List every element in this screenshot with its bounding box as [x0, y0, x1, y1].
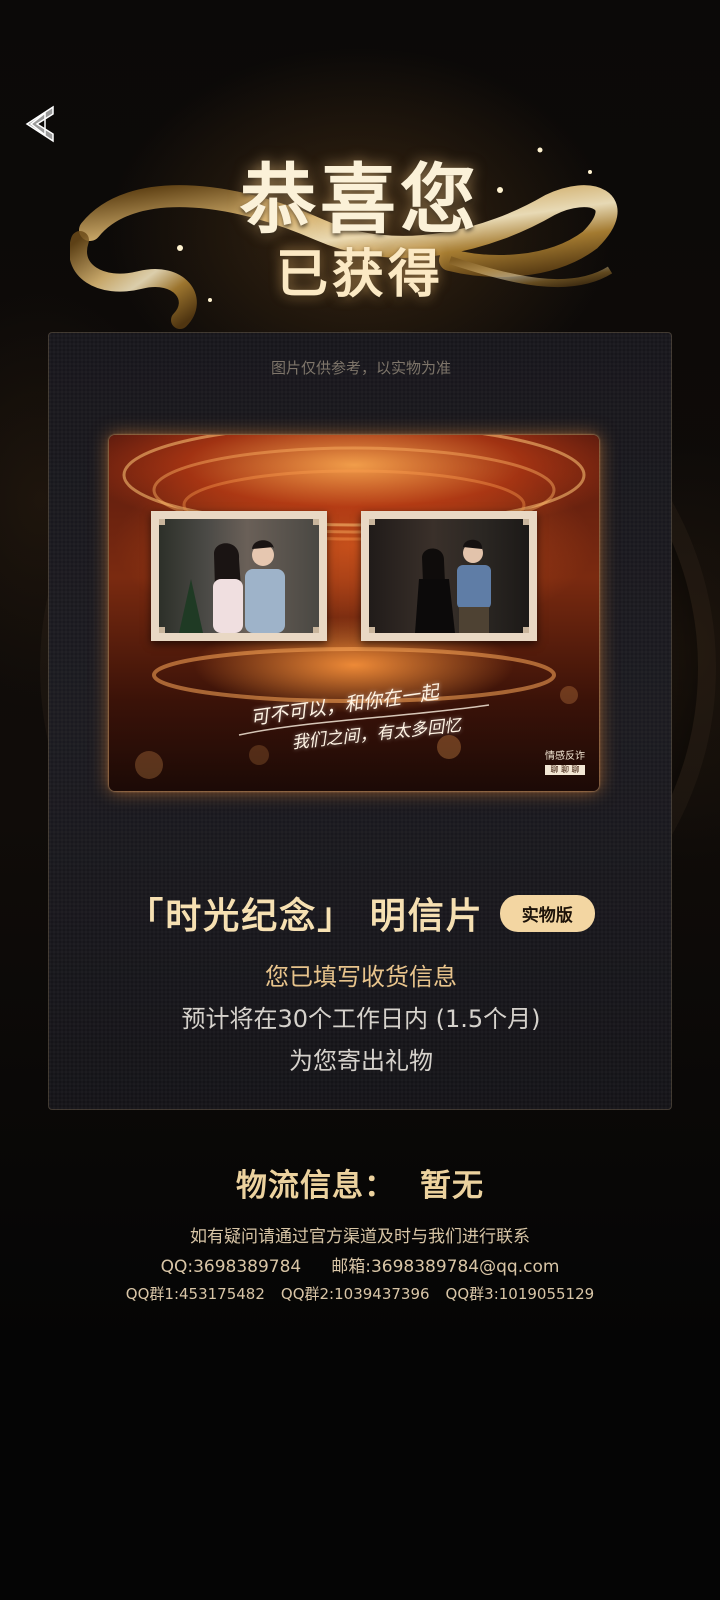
shipping-estimate: 预计将在30个工作日内 (1.5个月) — [181, 1005, 541, 1033]
logistics-label: 物流信息： — [236, 1168, 396, 1204]
logistics-value: 暂无 — [420, 1168, 484, 1204]
couple-photo-right — [361, 511, 537, 641]
postcard-logo: 情感反诈 聊 聊 聊 — [545, 751, 585, 775]
shipping-info-status: 您已填写收货信息 — [265, 963, 457, 991]
postcard-image: 可不可以，和你在一起 我们之间，有太多回忆 情感反诈 聊 聊 聊 — [109, 435, 599, 791]
contact-row: QQ:3698389784 邮箱:3698389784@qq.com — [0, 1252, 720, 1277]
prize-card: 图片仅供参考，以实物为准 可不可以，和你在一起 我们之间，有太多回忆 情感反诈 … — [48, 332, 672, 1110]
congrats-subtitle: 已获得 — [275, 244, 444, 305]
postcard-logo-text: 情感反诈 — [545, 751, 585, 763]
couple-photo-left — [151, 511, 327, 641]
physical-edition-badge: 实物版 — [499, 894, 595, 932]
contact-note: 如有疑问请通过官方渠道及时与我们进行联系 — [190, 1227, 530, 1247]
congrats-banner: 恭喜您 已获得 — [70, 120, 650, 330]
qq-group-3: QQ群3:1019055129 — [445, 1285, 595, 1303]
chevron-left-icon — [25, 105, 54, 143]
image-disclaimer: 图片仅供参考，以实物为准 — [270, 359, 451, 377]
postcard-handwriting: 可不可以，和你在一起 我们之间，有太多回忆 — [249, 681, 489, 753]
contact-email: 邮箱:3698389784@qq.com — [331, 1257, 560, 1277]
logistics-info: 物流信息： 暂无 — [0, 1160, 720, 1205]
couple-figures-left — [179, 540, 285, 633]
contact-qq: QQ:3698389784 — [160, 1257, 302, 1277]
couple-figures-right — [415, 539, 491, 633]
prize-title-row: 「时光纪念」 明信片 实物版 — [49, 887, 673, 939]
prize-name: 「时光纪念」 明信片 — [127, 896, 484, 937]
shipping-note: 为您寄出礼物 — [289, 1047, 433, 1075]
back-button[interactable] — [22, 105, 58, 143]
qq-group-2: QQ群2:1039437396 — [280, 1285, 430, 1303]
postcard-logo-tag: 聊 聊 聊 — [545, 765, 585, 775]
qq-group-row: QQ群1:453175482 QQ群2:1039437396 QQ群3:101905… — [0, 1283, 720, 1304]
qq-group-1: QQ群1:453175482 — [125, 1285, 265, 1303]
